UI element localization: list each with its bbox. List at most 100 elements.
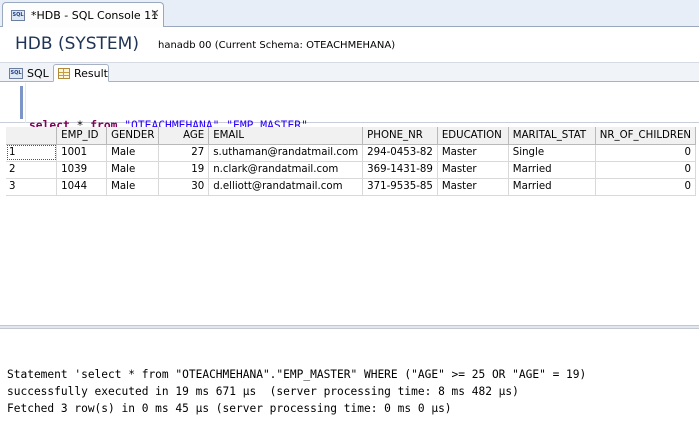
table-cell[interactable]: d.elliott@randatmail.com bbox=[208, 178, 364, 196]
table-row[interactable]: 2 1039 Male 19 n.clark@randatmail.com 369-143… bbox=[6, 161, 696, 179]
table-cell[interactable]: 1039 bbox=[56, 161, 108, 179]
empty-cell bbox=[508, 195, 595, 212]
table-cell[interactable]: s.uthaman@randatmail.com bbox=[208, 144, 364, 162]
empty-cell bbox=[57, 212, 107, 229]
empty-cell bbox=[57, 280, 107, 297]
table-cell[interactable]: 294-0453-82 bbox=[362, 144, 438, 162]
connection-info: hanadb 00 (Current Schema: OTEACHMEHANA) bbox=[158, 40, 396, 51]
column-header-nr-of-children[interactable]: NR_OF_CHILDREN bbox=[595, 127, 696, 145]
empty-cell bbox=[107, 229, 159, 246]
table-row[interactable]: 3 1044 Male 30 d.elliott@randatmail.com 371-9… bbox=[6, 178, 696, 196]
tab-result[interactable]: Result bbox=[53, 64, 109, 82]
empty-cell bbox=[6, 263, 57, 280]
empty-cell bbox=[595, 297, 695, 314]
tab-result-label: Result bbox=[74, 66, 108, 80]
empty-cell bbox=[363, 195, 438, 212]
empty-cell bbox=[107, 212, 159, 229]
empty-row bbox=[6, 280, 696, 297]
empty-cell bbox=[107, 195, 159, 212]
column-header-phone-nr[interactable]: PHONE_NR bbox=[362, 127, 438, 145]
tab-sql[interactable]: SQL SQL bbox=[6, 64, 52, 82]
table-cell[interactable]: 1001 bbox=[56, 144, 108, 162]
empty-row bbox=[6, 246, 696, 263]
table-cell[interactable]: 19 bbox=[158, 161, 210, 179]
column-header-email[interactable]: EMAIL bbox=[208, 127, 364, 145]
table-cell[interactable]: Single bbox=[508, 144, 596, 162]
empty-cell bbox=[6, 246, 57, 263]
table-cell[interactable]: Master bbox=[437, 178, 509, 196]
empty-cell bbox=[57, 229, 107, 246]
table-cell[interactable]: 369-1431-89 bbox=[362, 161, 438, 179]
empty-cell bbox=[159, 229, 209, 246]
column-header-age[interactable]: AGE bbox=[158, 127, 210, 145]
empty-cell bbox=[159, 212, 209, 229]
sql-console-icon: SQL bbox=[11, 9, 25, 21]
sql-console-tab[interactable]: SQL *HDB - SQL Console 11 ✕ bbox=[2, 2, 164, 27]
empty-cell bbox=[209, 297, 363, 314]
editor-tab-strip: SQL *HDB - SQL Console 11 ✕ bbox=[0, 0, 699, 27]
sql-editor[interactable]: select * from "OTEACHMEHANA"."EMP_MASTER… bbox=[0, 83, 699, 180]
table-cell[interactable]: Married bbox=[508, 178, 596, 196]
table-cell[interactable]: 27 bbox=[158, 144, 210, 162]
empty-cell bbox=[107, 246, 159, 263]
close-icon[interactable]: ✕ bbox=[149, 8, 161, 20]
console-line: successfully executed in 19 ms 671 µs (s… bbox=[7, 385, 519, 398]
table-cell[interactable]: Male bbox=[106, 161, 160, 179]
empty-cell bbox=[595, 229, 695, 246]
empty-row bbox=[6, 229, 696, 246]
row-number-cell[interactable]: 3 bbox=[6, 178, 58, 196]
table-cell[interactable]: 0 bbox=[595, 161, 696, 179]
empty-cell bbox=[508, 280, 595, 297]
result-grid[interactable]: EMP_ID GENDER AGE EMAIL PHONE_NR EDUCATION MAR… bbox=[6, 127, 696, 323]
empty-cell bbox=[508, 229, 595, 246]
empty-cell bbox=[209, 195, 363, 212]
empty-cell bbox=[508, 263, 595, 280]
sql-console-tab-label: *HDB - SQL Console 11 bbox=[31, 8, 159, 22]
empty-row bbox=[6, 212, 696, 229]
column-header-marital-stat[interactable]: MARITAL_STAT bbox=[508, 127, 596, 145]
empty-cell bbox=[107, 263, 159, 280]
empty-cell bbox=[6, 229, 57, 246]
table-cell[interactable]: 1044 bbox=[56, 178, 108, 196]
empty-cell bbox=[437, 263, 508, 280]
row-number-header[interactable] bbox=[6, 127, 58, 145]
table-cell[interactable]: 0 bbox=[595, 144, 696, 162]
empty-cell bbox=[508, 297, 595, 314]
console-header: HDB (SYSTEM) hanadb 00 (Current Schema: … bbox=[0, 27, 699, 63]
empty-cell bbox=[159, 246, 209, 263]
empty-row bbox=[6, 297, 696, 314]
empty-cell bbox=[437, 212, 508, 229]
row-number-cell[interactable]: 2 bbox=[6, 161, 58, 179]
empty-cell bbox=[437, 229, 508, 246]
table-cell[interactable]: n.clark@randatmail.com bbox=[208, 161, 364, 179]
empty-cell bbox=[363, 229, 438, 246]
empty-row bbox=[6, 195, 696, 212]
column-header-gender[interactable]: GENDER bbox=[106, 127, 160, 145]
empty-cell bbox=[209, 280, 363, 297]
table-cell[interactable]: Male bbox=[106, 178, 160, 196]
table-row[interactable]: 1 1001 Male 27 s.uthaman@randatmail.com 294-0… bbox=[6, 144, 696, 162]
empty-cell bbox=[437, 195, 508, 212]
empty-cell bbox=[209, 246, 363, 263]
empty-cell bbox=[437, 280, 508, 297]
empty-cell bbox=[363, 280, 438, 297]
table-cell[interactable]: Master bbox=[437, 144, 509, 162]
empty-cell bbox=[363, 297, 438, 314]
empty-cell bbox=[6, 195, 57, 212]
table-cell[interactable]: Male bbox=[106, 144, 160, 162]
console-output: Statement 'select * from "OTEACHMEHANA".… bbox=[0, 329, 699, 427]
result-table: EMP_ID GENDER AGE EMAIL PHONE_NR EDUCATION MAR… bbox=[6, 127, 696, 314]
empty-cell bbox=[363, 212, 438, 229]
table-cell[interactable]: Married bbox=[508, 161, 596, 179]
empty-cell bbox=[159, 195, 209, 212]
empty-cell bbox=[595, 263, 695, 280]
table-cell[interactable]: 30 bbox=[158, 178, 210, 196]
column-header-emp-id[interactable]: EMP_ID bbox=[56, 127, 108, 145]
table-cell[interactable]: Master bbox=[437, 161, 509, 179]
table-header-row: EMP_ID GENDER AGE EMAIL PHONE_NR EDUCATION MAR… bbox=[6, 127, 696, 145]
table-cell[interactable]: 0 bbox=[595, 178, 696, 196]
column-header-education[interactable]: EDUCATION bbox=[437, 127, 509, 145]
row-number-cell[interactable]: 1 bbox=[6, 144, 58, 162]
console-text: Statement 'select * from "OTEACHMEHANA".… bbox=[7, 366, 586, 417]
table-cell[interactable]: 371-9535-85 bbox=[362, 178, 438, 196]
